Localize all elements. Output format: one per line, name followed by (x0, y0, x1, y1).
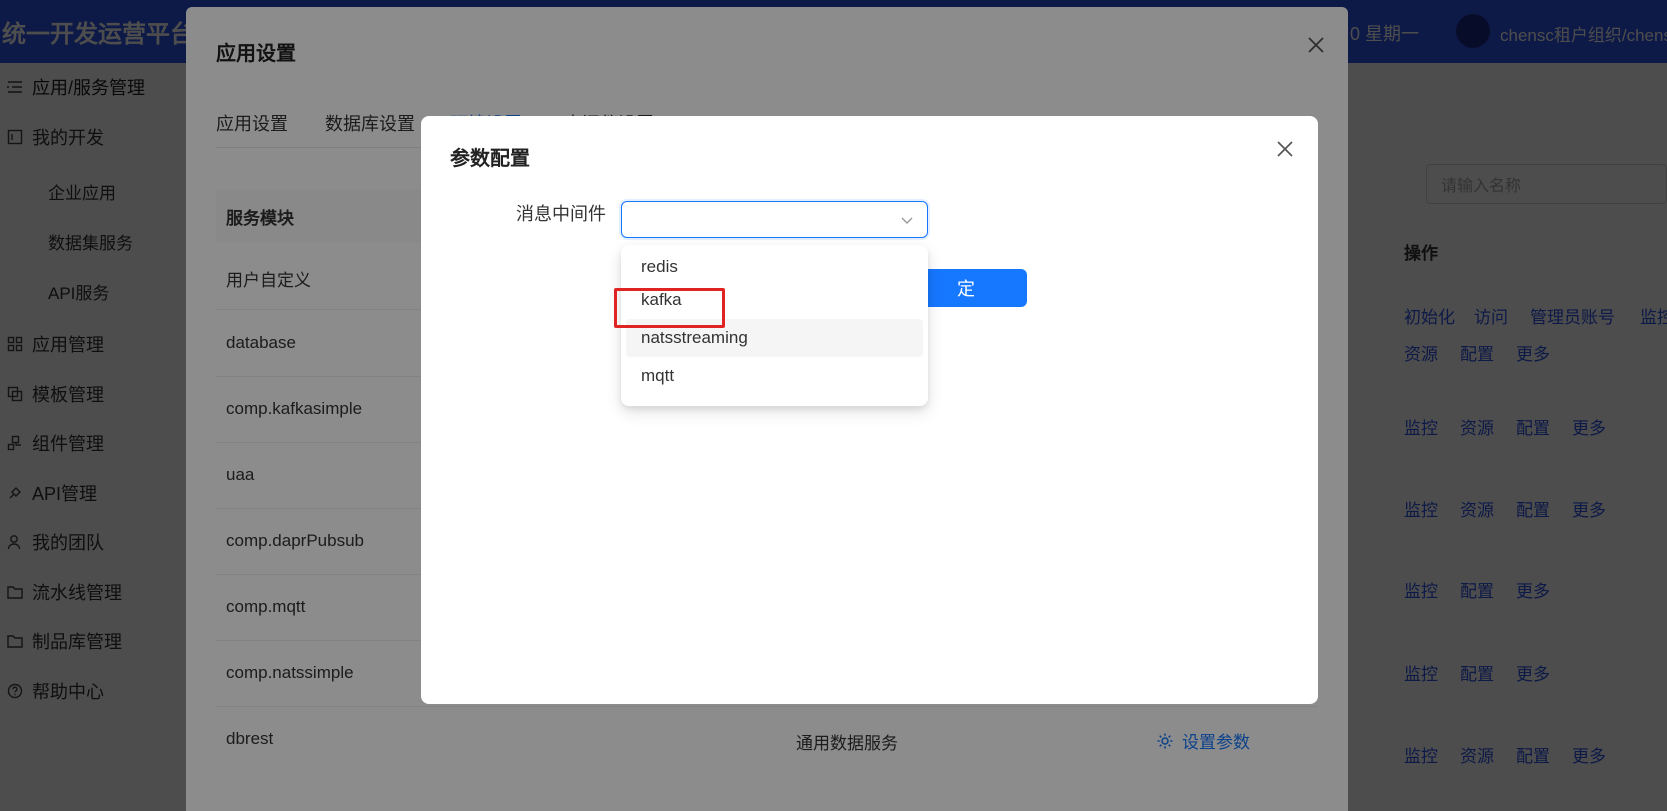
option-mqtt[interactable]: mqtt (626, 357, 923, 395)
field-label-message-middleware: 消息中间件 (516, 204, 606, 224)
close-icon[interactable] (1274, 138, 1296, 160)
chevron-down-icon (901, 217, 913, 224)
dialog-title: 参数配置 (450, 148, 530, 170)
option-redis[interactable]: redis (626, 249, 923, 281)
option-natsstreaming[interactable]: natsstreaming (626, 319, 923, 357)
select-dropdown: redis kafka natsstreaming mqtt (621, 245, 928, 406)
message-middleware-select[interactable] (621, 201, 928, 238)
param-config-dialog: 参数配置 消息中间件 定 (421, 116, 1318, 704)
option-kafka[interactable]: kafka (626, 281, 923, 319)
